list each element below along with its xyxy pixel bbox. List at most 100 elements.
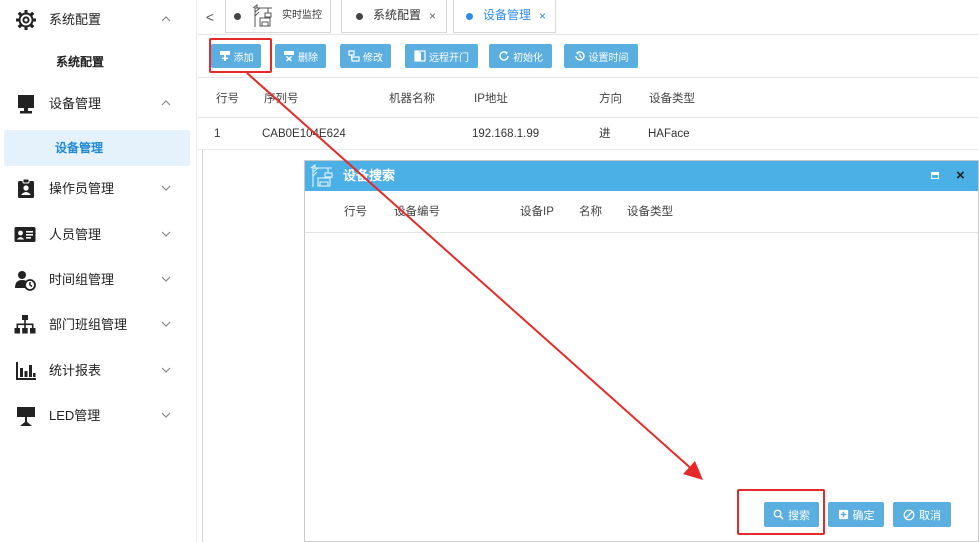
confirm-icon xyxy=(838,509,848,520)
sidebar-item-label: 人员管理 xyxy=(49,227,102,242)
tab-bar: < 实时监控 系统配置 × 设备管理 × xyxy=(198,0,979,35)
bar-report-icon xyxy=(16,362,36,380)
column-header-row-no: 行号 xyxy=(344,206,367,218)
app-window: 系统配置 系统配置 设备管理 设备管理 操作员管理 人员管理 时间组管理 部门班… xyxy=(0,0,979,542)
refresh-icon xyxy=(499,51,509,61)
sidebar-item-led-management[interactable]: LED管理 xyxy=(0,393,196,438)
search-result-table-header: 行号 设备编号 设备IP 名称 设备类型 xyxy=(305,192,978,233)
clock-refresh-icon xyxy=(574,51,585,61)
sidebar-item-device-management[interactable]: 设备管理 xyxy=(0,81,196,126)
tab-system-config[interactable]: 系统配置 × xyxy=(341,0,447,33)
delete-button-label: 删除 xyxy=(298,52,318,64)
chevron-up-icon xyxy=(161,16,171,22)
column-header-device-no: 设备编号 xyxy=(394,206,440,218)
sidebar-subitem-label: 设备管理 xyxy=(54,141,103,155)
sidebar-item-label: LED管理 xyxy=(49,408,101,423)
device-table-header: 行号 序列号 机器名称 IP地址 方向 设备类型 xyxy=(198,81,979,118)
tab-label: 设备管理 xyxy=(483,8,532,22)
column-header-row-no: 行号 xyxy=(216,93,239,105)
set-time-button-label: 设置时间 xyxy=(588,52,629,64)
device-search-dialog: 设备搜索 × 行号 设备编号 设备IP 名称 设备类型 搜索 确定 取消 xyxy=(304,160,979,542)
cancel-button[interactable]: 取消 xyxy=(893,502,951,527)
content-divider xyxy=(202,150,203,542)
search-icon xyxy=(773,509,784,520)
org-chart-icon xyxy=(14,315,36,334)
chevron-up-icon xyxy=(161,100,171,106)
tab-close-icon[interactable]: × xyxy=(429,0,436,33)
column-header-device-type: 设备类型 xyxy=(627,206,673,218)
chevron-down-icon xyxy=(161,231,171,237)
column-header-direction: 方向 xyxy=(599,93,622,105)
gear-icon xyxy=(16,10,36,30)
dialog-title: 设备搜索 xyxy=(343,168,396,183)
maximize-icon[interactable] xyxy=(931,172,939,179)
cancel-button-label: 取消 xyxy=(919,509,941,522)
tab-dot-icon xyxy=(466,13,473,20)
dialog-title-bar[interactable]: 设备搜索 × xyxy=(305,161,978,191)
sidebar-item-label: 设备管理 xyxy=(49,96,102,111)
door-icon xyxy=(414,50,426,62)
tab-dot-icon xyxy=(234,13,241,20)
search-button-label: 搜索 xyxy=(788,509,810,522)
remote-open-door-button[interactable]: 远程开门 xyxy=(405,44,478,68)
cancel-icon xyxy=(903,509,915,520)
close-icon[interactable]: × xyxy=(956,161,965,191)
sidebar: 系统配置 系统配置 设备管理 设备管理 操作员管理 人员管理 时间组管理 部门班… xyxy=(0,0,197,542)
cell-device-type: HAFace xyxy=(648,128,690,140)
toolbar: 添加 删除 修改 远程开门 初始化 设置时间 xyxy=(198,36,979,78)
crane-camera-icon xyxy=(252,4,272,27)
edit-button[interactable]: 修改 xyxy=(340,44,391,68)
sidebar-item-label: 统计报表 xyxy=(49,363,102,378)
sidebar-item-label: 部门班组管理 xyxy=(49,317,128,332)
sidebar-subitem-device-management[interactable]: 设备管理 xyxy=(4,130,190,166)
confirm-button[interactable]: 确定 xyxy=(828,502,884,527)
tab-label: 系统配置 xyxy=(373,8,422,22)
column-header-serial: 序列号 xyxy=(264,93,299,105)
initialize-button-label: 初始化 xyxy=(513,52,543,64)
sidebar-item-personnel-management[interactable]: 人员管理 xyxy=(0,212,196,257)
cell-serial: CAB0E104E624 xyxy=(262,128,346,140)
column-header-device-ip: 设备IP xyxy=(520,206,554,218)
cell-ip: 192.168.1.99 xyxy=(472,128,540,140)
user-clock-icon xyxy=(15,271,36,291)
edit-icon xyxy=(348,50,360,62)
add-button[interactable]: 添加 xyxy=(211,44,261,68)
sidebar-item-system-config[interactable]: 系统配置 xyxy=(0,0,196,42)
chevron-down-icon xyxy=(161,321,171,327)
chevron-down-icon xyxy=(161,185,171,191)
sidebar-item-label: 时间组管理 xyxy=(49,272,115,287)
initialize-button[interactable]: 初始化 xyxy=(489,44,552,68)
id-card-icon xyxy=(14,227,36,242)
edit-button-label: 修改 xyxy=(363,52,383,64)
sidebar-item-department-team-management[interactable]: 部门班组管理 xyxy=(0,302,196,347)
table-row[interactable]: 1 CAB0E104E624 192.168.1.99 进 HAFace xyxy=(198,118,979,150)
crane-camera-icon xyxy=(310,164,333,187)
column-header-device-type: 设备类型 xyxy=(649,93,695,105)
operator-badge-icon xyxy=(18,178,34,198)
tab-label: 实时监控 xyxy=(282,10,322,21)
tab-dot-icon xyxy=(356,13,363,20)
remote-open-door-button-label: 远程开门 xyxy=(429,52,469,64)
delete-icon xyxy=(284,51,294,62)
chevron-down-icon xyxy=(161,412,171,418)
sidebar-item-label: 操作员管理 xyxy=(49,181,115,196)
search-button[interactable]: 搜索 xyxy=(764,502,819,527)
add-button-label: 添加 xyxy=(233,52,254,64)
tab-realtime-monitor[interactable]: 实时监控 xyxy=(225,0,331,33)
sidebar-item-statistics-report[interactable]: 统计报表 xyxy=(0,348,196,393)
cell-direction: 进 xyxy=(599,128,611,140)
tab-scroll-left-button[interactable]: < xyxy=(203,8,217,26)
cell-row-no: 1 xyxy=(214,128,221,140)
column-header-name: 名称 xyxy=(579,206,602,218)
sidebar-subitem-system-config[interactable]: 系统配置 xyxy=(0,44,196,80)
monitor-icon xyxy=(18,95,34,114)
tab-device-management[interactable]: 设备管理 × xyxy=(453,0,556,33)
set-time-button[interactable]: 设置时间 xyxy=(564,44,638,68)
sidebar-item-label: 系统配置 xyxy=(49,12,102,27)
confirm-button-label: 确定 xyxy=(852,509,875,522)
add-icon xyxy=(219,51,230,61)
sidebar-item-time-group-management[interactable]: 时间组管理 xyxy=(0,257,196,302)
sidebar-item-operator-management[interactable]: 操作员管理 xyxy=(0,166,196,211)
delete-button[interactable]: 删除 xyxy=(275,44,326,68)
tab-close-icon[interactable]: × xyxy=(539,0,546,33)
